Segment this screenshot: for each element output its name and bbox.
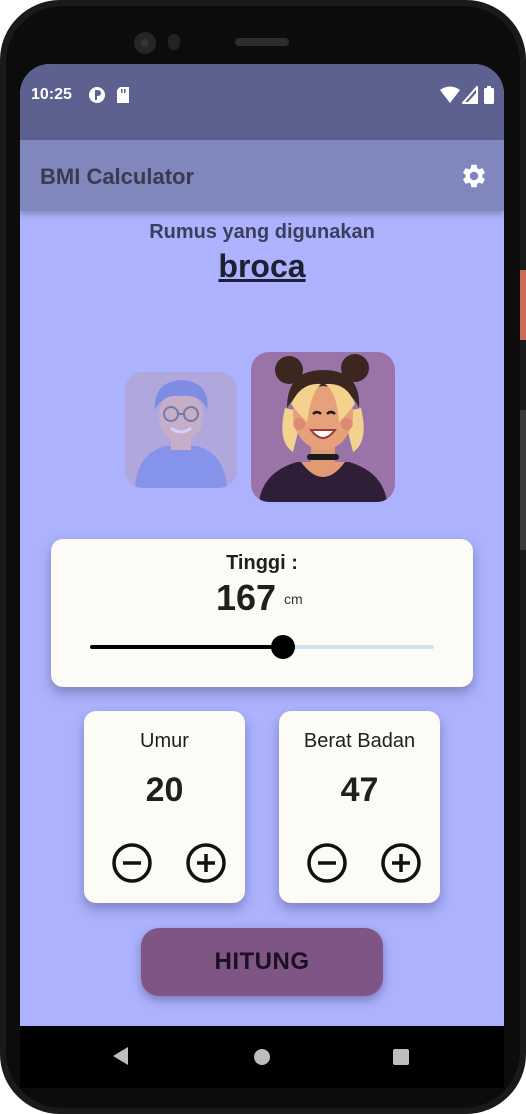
height-label: Tinggi :	[226, 552, 298, 574]
wifi-icon	[440, 86, 460, 103]
age-card: Umur 20	[84, 711, 245, 903]
app-title: BMI Calculator	[40, 164, 195, 189]
front-camera-icon	[134, 32, 156, 54]
sensor-icon	[168, 34, 180, 50]
navigation-bar	[20, 1026, 504, 1088]
sync-icon	[89, 87, 105, 103]
recent-apps-icon[interactable]	[393, 1049, 409, 1065]
weight-minus-icon[interactable]	[306, 842, 348, 884]
female-avatar-icon	[259, 354, 387, 502]
weight-label: Berat Badan	[303, 730, 416, 752]
age-minus-icon[interactable]	[111, 842, 153, 884]
age-plus-icon[interactable]	[185, 842, 227, 884]
status-time: 10:25	[31, 86, 72, 103]
hitung-button[interactable]: HITUNG	[141, 928, 383, 996]
height-card: Tinggi : 167 cm	[51, 539, 473, 687]
height-slider-thumb[interactable]	[270, 635, 295, 659]
app-bar: BMI Calculator	[20, 140, 504, 211]
volume-button	[520, 410, 526, 550]
home-icon[interactable]	[254, 1049, 270, 1065]
height-slider[interactable]	[90, 635, 434, 659]
male-avatar-icon	[135, 380, 227, 488]
formula-link[interactable]: broca	[20, 248, 504, 285]
formula-label: Rumus yang digunakan	[149, 221, 375, 243]
sd-card-icon	[117, 87, 129, 103]
app-screen: 10:25 BMI Calculator Rumus yang digunaka…	[20, 64, 504, 1078]
earpiece-speaker	[235, 38, 289, 46]
male-avatar-button[interactable]	[125, 372, 237, 488]
back-icon[interactable]	[112, 1046, 130, 1066]
settings-gear-icon[interactable]	[460, 162, 488, 190]
height-slider-fill	[90, 645, 283, 649]
age-value: 20	[145, 771, 184, 809]
weight-card: Berat Badan 47	[279, 711, 440, 903]
height-unit: cm	[284, 591, 303, 607]
female-avatar-button[interactable]	[251, 352, 395, 502]
weight-plus-icon[interactable]	[380, 842, 422, 884]
status-bar: 10:25	[20, 64, 504, 140]
height-value: 167	[216, 577, 277, 618]
signal-icon	[462, 86, 478, 104]
power-button	[520, 270, 526, 340]
battery-icon	[484, 86, 494, 104]
weight-value: 47	[340, 771, 379, 809]
age-label: Umur	[140, 730, 189, 752]
